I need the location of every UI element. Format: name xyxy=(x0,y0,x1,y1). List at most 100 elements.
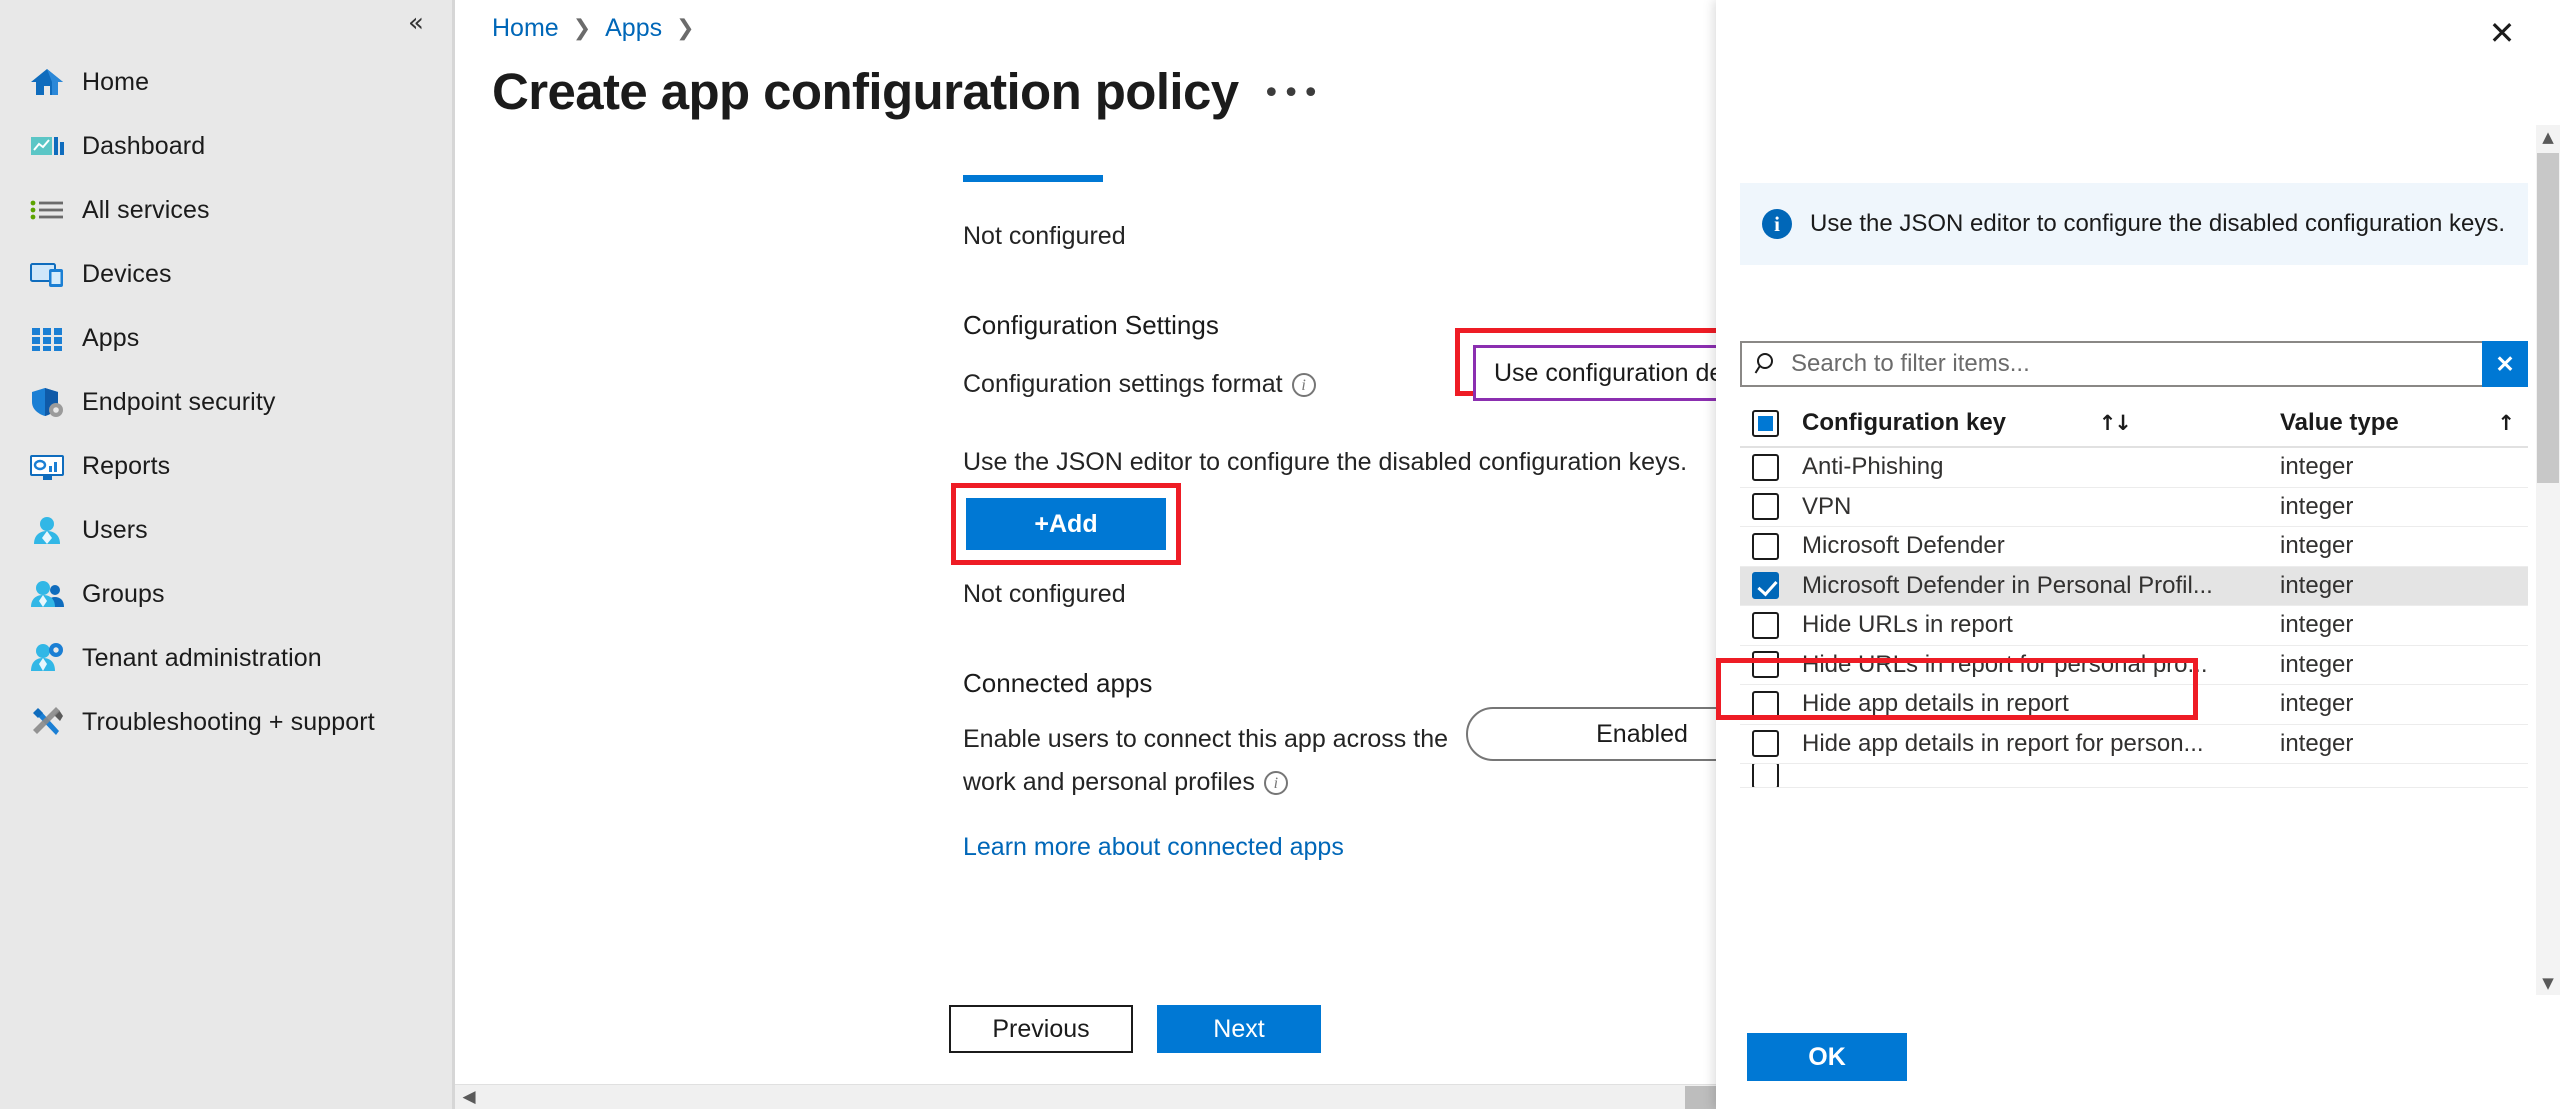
table-row[interactable]: Hide app details in report for person...… xyxy=(1740,725,2528,764)
row-checkbox-cell[interactable] xyxy=(1740,764,1802,787)
cell-value-type: integer xyxy=(2280,492,2354,520)
info-icon[interactable]: i xyxy=(1291,373,1316,397)
apps-grid-icon xyxy=(28,319,66,357)
sort-configuration-key-icon[interactable]: ↑↓ xyxy=(2099,411,2132,435)
more-options-icon[interactable]: ••• xyxy=(1263,76,1322,111)
sidebar-item-label: Endpoint security xyxy=(82,387,276,416)
clear-search-button[interactable]: ✕ xyxy=(2482,341,2528,387)
sidebar-nav-list: Home Dashboard All services Devices Apps… xyxy=(0,50,452,754)
sidebar-item-label: Devices xyxy=(82,259,172,288)
configuration-keys-panel: ✕ i Use the JSON editor to configure the… xyxy=(1716,0,2560,1109)
cell-configuration-key: Microsoft Defender xyxy=(1802,532,2005,560)
panel-info-text: Use the JSON editor to configure the dis… xyxy=(1810,210,2506,237)
row-checkbox-cell[interactable] xyxy=(1740,651,1802,679)
group-icon xyxy=(28,575,66,613)
table-row[interactable]: VPN integer xyxy=(1740,488,2528,527)
page-title-row: Create app configuration policy ••• xyxy=(492,62,1322,121)
table-row[interactable]: Hide URLs in report integer xyxy=(1740,606,2528,646)
row-checkbox[interactable] xyxy=(1752,730,1779,758)
table-row-partial[interactable] xyxy=(1740,764,2528,788)
collapse-sidebar-icon[interactable]: « xyxy=(398,6,434,42)
row-checkbox-cell[interactable] xyxy=(1740,453,1802,481)
row-checkbox-checked[interactable] xyxy=(1752,572,1779,600)
sidebar-item-devices[interactable]: Devices xyxy=(0,242,452,306)
sidebar-item-groups[interactable]: Groups xyxy=(0,562,452,626)
cell-value-type: integer xyxy=(2280,571,2354,599)
panel-vertical-scrollbar[interactable]: ▲ ▼ xyxy=(2536,125,2560,995)
dashboard-icon xyxy=(28,127,66,165)
info-icon: i xyxy=(1762,209,1792,239)
learn-more-link[interactable]: Learn more about connected apps xyxy=(963,833,1344,862)
row-checkbox-cell[interactable] xyxy=(1740,532,1802,560)
sidebar-item-label: Reports xyxy=(82,451,171,480)
table-row[interactable]: Microsoft Defender integer xyxy=(1740,527,2528,567)
previous-button[interactable]: Previous xyxy=(949,1005,1133,1053)
row-checkbox-cell[interactable] xyxy=(1740,611,1802,639)
scroll-down-arrow-icon[interactable]: ▼ xyxy=(2536,971,2560,995)
row-checkbox[interactable] xyxy=(1752,453,1779,481)
row-checkbox[interactable] xyxy=(1752,611,1779,639)
sidebar-item-apps[interactable]: Apps xyxy=(0,306,452,370)
select-all-checkbox-cell[interactable] xyxy=(1740,409,1802,437)
column-header-configuration-key[interactable]: Configuration key ↑↓ xyxy=(1802,409,2280,437)
cell-configuration-key: Hide app details in report for person... xyxy=(1802,729,2204,757)
table-header-row: Configuration key ↑↓ Value type ↑ xyxy=(1740,400,2528,448)
table-row[interactable]: Anti-Phishing integer xyxy=(1740,448,2528,488)
tools-icon xyxy=(28,703,66,741)
sidebar-item-all-services[interactable]: All services xyxy=(0,178,452,242)
monitor-chart-icon xyxy=(28,447,66,485)
table-row-selected[interactable]: Microsoft Defender in Personal Profil...… xyxy=(1740,566,2528,606)
home-icon xyxy=(28,63,66,101)
sidebar-item-dashboard[interactable]: Dashboard xyxy=(0,114,452,178)
page-title: Create app configuration policy xyxy=(492,63,1239,120)
sidebar-item-troubleshooting-support[interactable]: Troubleshooting + support xyxy=(0,690,452,754)
cell-configuration-key: VPN xyxy=(1802,492,1852,520)
next-button[interactable]: Next xyxy=(1157,1005,1321,1053)
cell-value-type: integer xyxy=(2280,690,2354,718)
sidebar-item-reports[interactable]: Reports xyxy=(0,434,452,498)
row-checkbox[interactable] xyxy=(1752,690,1779,718)
column-header-value-type[interactable]: Value type ↑ xyxy=(2280,409,2528,437)
breadcrumb-item-apps[interactable]: Apps xyxy=(605,14,662,43)
table-row[interactable]: Hide app details in report integer xyxy=(1740,685,2528,725)
configuration-settings-heading: Configuration Settings xyxy=(963,310,1219,340)
row-checkbox[interactable] xyxy=(1752,532,1779,560)
cell-configuration-key: Microsoft Defender in Personal Profil... xyxy=(1802,571,2213,599)
info-icon[interactable]: i xyxy=(1263,771,1288,795)
shield-gear-icon xyxy=(28,383,66,421)
row-checkbox-cell[interactable] xyxy=(1740,730,1802,758)
sidebar-item-users[interactable]: Users xyxy=(0,498,452,562)
close-icon[interactable]: ✕ xyxy=(2480,12,2524,56)
panel-info-banner: i Use the JSON editor to configure the d… xyxy=(1740,183,2528,265)
sidebar-item-tenant-administration[interactable]: Tenant administration xyxy=(0,626,452,690)
left-sidebar: « Home Dashboard All services Devices Ap… xyxy=(0,0,452,1109)
active-tab-underline xyxy=(963,175,1103,182)
sidebar-item-home[interactable]: Home xyxy=(0,50,452,114)
chevron-right-icon: ❯ xyxy=(676,16,695,41)
sort-value-type-icon[interactable]: ↑ xyxy=(2497,411,2515,435)
sidebar-item-label: Users xyxy=(82,515,148,544)
search-input-wrapper[interactable] xyxy=(1740,341,2482,387)
row-checkbox[interactable] xyxy=(1752,651,1779,679)
row-checkbox-cell[interactable] xyxy=(1740,572,1802,600)
select-all-checkbox[interactable] xyxy=(1752,409,1779,437)
add-button[interactable]: +Add xyxy=(966,498,1166,550)
row-checkbox-cell[interactable] xyxy=(1740,690,1802,718)
row-checkbox[interactable] xyxy=(1752,764,1779,787)
cell-value-type: integer xyxy=(2280,650,2354,678)
sidebar-item-label: Dashboard xyxy=(82,131,206,160)
sidebar-item-endpoint-security[interactable]: Endpoint security xyxy=(0,370,452,434)
breadcrumb-item-home[interactable]: Home xyxy=(492,14,559,43)
breadcrumb: Home ❯ Apps ❯ xyxy=(492,14,709,43)
search-input[interactable] xyxy=(1789,349,2482,379)
scroll-left-arrow-icon[interactable]: ◀ xyxy=(459,1086,479,1109)
row-checkbox[interactable] xyxy=(1752,493,1779,521)
ok-button[interactable]: OK xyxy=(1747,1033,1907,1081)
table-row[interactable]: Hide URLs in report for personal pro... … xyxy=(1740,646,2528,685)
scroll-up-arrow-icon[interactable]: ▲ xyxy=(2536,125,2560,149)
connected-apps-description: Enable users to connect this app across … xyxy=(963,718,1463,804)
panel-vertical-scrollbar-thumb[interactable] xyxy=(2537,153,2559,483)
cell-value-type: integer xyxy=(2280,729,2354,757)
intune-app-config-policy-screen: « Home Dashboard All services Devices Ap… xyxy=(0,0,2560,1109)
row-checkbox-cell[interactable] xyxy=(1740,493,1802,521)
